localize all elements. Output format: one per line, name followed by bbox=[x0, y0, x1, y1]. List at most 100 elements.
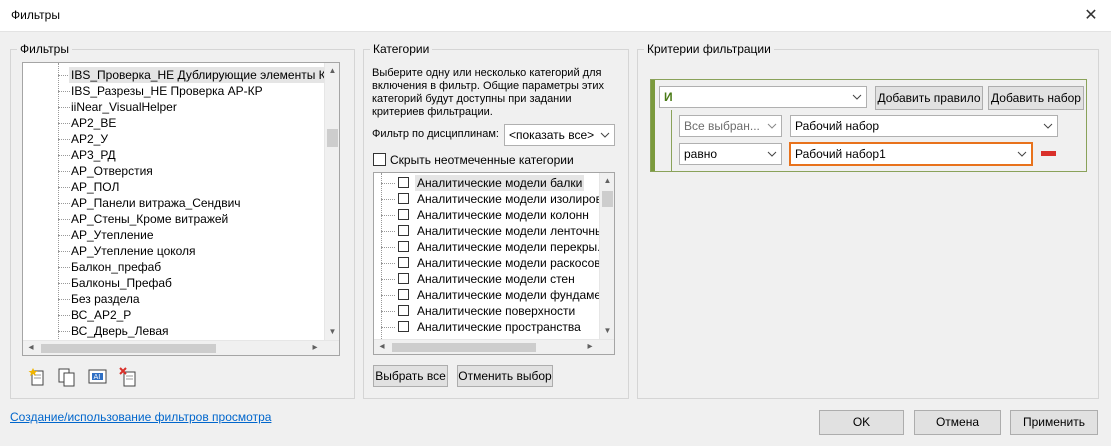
category-checkbox[interactable] bbox=[398, 193, 409, 204]
filter-list-item[interactable]: АР3_РД bbox=[23, 147, 323, 163]
category-list-item-label: Аналитические модели ленточных ф bbox=[417, 224, 615, 238]
filter-list-item[interactable]: АР_Утепление цоколя bbox=[23, 243, 323, 259]
category-list-item[interactable]: Аналитические пространства bbox=[374, 319, 598, 335]
scroll-right-arrow-icon[interactable]: ▸ bbox=[582, 340, 598, 354]
filter-list-item-label: IBS_Проверка_НЕ Дублирующие элементы КР bbox=[69, 67, 336, 83]
chevron-down-icon bbox=[1017, 151, 1027, 157]
filter-list-item[interactable]: АР_Отверстия bbox=[23, 163, 323, 179]
rule2-operator-value: равно bbox=[684, 147, 718, 161]
category-checkbox[interactable] bbox=[398, 209, 409, 220]
close-icon[interactable]: ✕ bbox=[1079, 4, 1103, 28]
duplicate-filter-icon[interactable] bbox=[56, 366, 78, 388]
deselect-button[interactable]: Отменить выбор bbox=[457, 365, 553, 387]
scroll-left-arrow-icon[interactable]: ◂ bbox=[23, 341, 39, 355]
categories-list[interactable]: Аналитические модели балки Аналитические … bbox=[373, 172, 615, 355]
logic-operator-value: И bbox=[664, 90, 673, 104]
category-list-item[interactable]: Аналитические модели стен bbox=[374, 271, 598, 287]
scroll-down-arrow-icon[interactable]: ▼ bbox=[600, 323, 614, 339]
filter-list-item[interactable]: iiNear_VisualHelper bbox=[23, 99, 323, 115]
filter-list-item-label: АР_Панели витража_Сендвич bbox=[71, 196, 241, 210]
chevron-down-icon bbox=[767, 151, 777, 157]
category-list-item[interactable]: Аналитические модели балки bbox=[374, 175, 598, 191]
apply-button[interactable]: Применить bbox=[1010, 410, 1098, 435]
category-checkbox[interactable] bbox=[398, 241, 409, 252]
category-list-item[interactable]: Аналитические модели перекры... bbox=[374, 239, 607, 255]
filter-list-item[interactable]: АР_ПОЛ bbox=[23, 179, 323, 195]
discipline-filter-select[interactable]: <показать все> bbox=[504, 124, 615, 146]
category-checkbox[interactable] bbox=[398, 177, 409, 188]
delete-filter-icon[interactable] bbox=[118, 366, 140, 388]
title-bar: Фильтры ✕ bbox=[0, 0, 1111, 32]
filter-list-item[interactable]: Балкон_префаб bbox=[23, 259, 323, 275]
filter-list-item[interactable]: АР2_ВЕ bbox=[23, 115, 323, 131]
scroll-right-arrow-icon[interactable]: ▸ bbox=[307, 341, 323, 355]
filter-list-item-label: Балкон_префаб bbox=[71, 260, 162, 274]
filter-list-item[interactable]: АР_Утепление bbox=[23, 227, 323, 243]
category-checkbox[interactable] bbox=[398, 225, 409, 236]
filters-hscroll[interactable]: ◂ ▸ bbox=[23, 340, 339, 355]
scroll-down-arrow-icon[interactable]: ▼ bbox=[325, 324, 339, 340]
help-link[interactable]: Создание/использование фильтров просмотр… bbox=[10, 410, 271, 424]
category-checkbox[interactable] bbox=[398, 257, 409, 268]
hide-unchecked-checkbox[interactable] bbox=[373, 153, 386, 166]
filter-list-item[interactable]: ВС_Дверь_Левая bbox=[23, 323, 323, 339]
add-set-button[interactable]: Добавить набор bbox=[988, 86, 1084, 110]
logic-operator-select[interactable]: И bbox=[659, 86, 867, 108]
rule2-value-select[interactable]: Рабочий набор1 bbox=[789, 142, 1033, 166]
filter-list-item[interactable]: IBS_Разрезы_НЕ Проверка АР-КР bbox=[23, 83, 323, 99]
category-list-item-label: Аналитические пространства bbox=[417, 320, 581, 334]
scroll-left-arrow-icon[interactable]: ◂ bbox=[374, 340, 390, 354]
categories-hscroll-thumb[interactable] bbox=[392, 343, 536, 352]
filter-list-item[interactable]: АР_Панели витража_Сендвич bbox=[23, 195, 323, 211]
category-checkbox[interactable] bbox=[398, 289, 409, 300]
filter-list-item-label: ВС_АР2_Р bbox=[71, 308, 132, 322]
filters-vscroll[interactable]: ▲ ▼ bbox=[324, 63, 339, 340]
categories-vscroll[interactable]: ▲ ▼ bbox=[599, 173, 614, 339]
category-list-item[interactable]: Аналитические модели фундаментн bbox=[374, 287, 614, 303]
chevron-down-icon bbox=[600, 132, 610, 138]
add-rule-button[interactable]: Добавить правило bbox=[875, 86, 983, 110]
rename-filter-icon[interactable]: AI bbox=[87, 366, 109, 388]
filter-list-item-label: АР_ПОЛ bbox=[71, 180, 120, 194]
categories-vscroll-thumb[interactable] bbox=[602, 191, 613, 207]
filter-list-item[interactable]: IBS_Проверка_НЕ Дублирующие элементы КР bbox=[23, 67, 336, 83]
filters-vscroll-thumb[interactable] bbox=[327, 129, 338, 147]
filters-list[interactable]: IBS_Проверка_НЕ Дублирующие элементы КР I… bbox=[22, 62, 340, 356]
filter-list-item[interactable]: Без раздела bbox=[23, 291, 323, 307]
scroll-up-arrow-icon[interactable]: ▲ bbox=[325, 63, 339, 79]
chevron-down-icon bbox=[1043, 123, 1053, 129]
category-list-item[interactable]: Аналитические модели ленточных ф bbox=[374, 223, 614, 239]
filters-hscroll-thumb[interactable] bbox=[41, 344, 216, 353]
filter-list-item[interactable]: Балконы_Префаб bbox=[23, 275, 323, 291]
select-all-button[interactable]: Выбрать все bbox=[373, 365, 448, 387]
scroll-up-arrow-icon[interactable]: ▲ bbox=[600, 173, 614, 189]
filter-list-item[interactable]: АР2_У bbox=[23, 131, 323, 147]
rule1-parameter-select[interactable]: Все выбран... bbox=[679, 115, 782, 137]
rule1-value: Рабочий набор bbox=[795, 119, 880, 133]
filter-list-item[interactable]: АР_Стены_Кроме витражей bbox=[23, 211, 323, 227]
category-list-item-label: Аналитические модели стен bbox=[417, 272, 575, 286]
category-list-item[interactable]: Аналитические поверхности bbox=[374, 303, 598, 319]
category-list-item[interactable]: Аналитические модели раскосов bbox=[374, 255, 601, 271]
filter-list-item-label: Балконы_Префаб bbox=[71, 276, 172, 290]
new-filter-icon[interactable] bbox=[27, 366, 49, 388]
filter-list-item-label: АР_Утепление bbox=[71, 228, 154, 242]
rule1-parameter-value: Все выбран... bbox=[684, 119, 760, 133]
cancel-button[interactable]: Отмена bbox=[914, 410, 1001, 435]
rule1-value-select[interactable]: Рабочий набор bbox=[790, 115, 1058, 137]
filter-list-item-label: АР_Отверстия bbox=[71, 164, 153, 178]
categories-hscroll[interactable]: ◂ ▸ bbox=[374, 339, 614, 354]
rule2-value: Рабочий набор1 bbox=[795, 147, 886, 161]
category-list-item[interactable]: Аналитические модели колонн bbox=[374, 207, 598, 223]
filter-list-item[interactable]: ВС_АР2_Р bbox=[23, 307, 323, 323]
remove-rule-icon[interactable] bbox=[1041, 151, 1056, 156]
category-list-item[interactable]: Аналитические модели изолирован bbox=[374, 191, 614, 207]
rule2-operator-select[interactable]: равно bbox=[679, 143, 782, 165]
category-checkbox[interactable] bbox=[398, 273, 409, 284]
chevron-down-icon bbox=[767, 123, 777, 129]
category-list-item-label: Аналитические модели балки bbox=[415, 175, 585, 191]
ok-button[interactable]: OK bbox=[819, 410, 904, 435]
window-title: Фильтры bbox=[11, 8, 60, 22]
category-checkbox[interactable] bbox=[398, 321, 409, 332]
category-checkbox[interactable] bbox=[398, 305, 409, 316]
